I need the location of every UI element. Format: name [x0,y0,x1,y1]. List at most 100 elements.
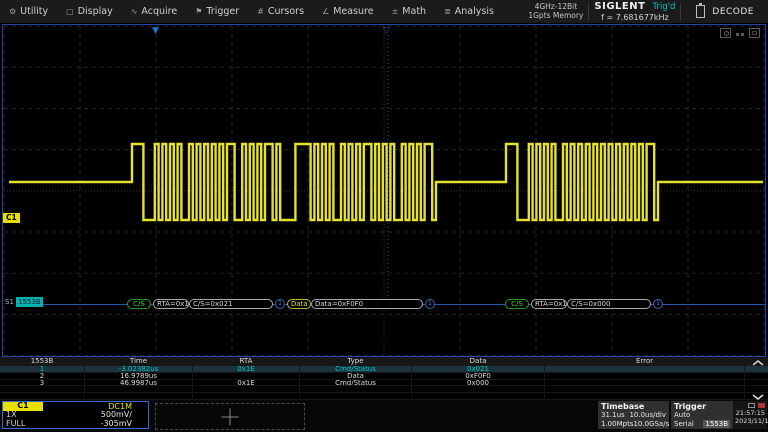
decode-parity-bubble: 1 [275,299,285,309]
channel1-position-badge[interactable]: C1 [3,213,20,223]
menu-trigger[interactable]: ⚑Trigger [186,0,248,23]
clock-time: 21:57:15 [735,409,765,417]
bus-type-tag[interactable]: 1553B [16,297,43,307]
acquisition-info: 4GHz-12Bit 1Gpts Memory [528,3,583,20]
menu-acquire[interactable]: ∿Acquire [122,0,187,23]
trigger-status-badge: Trig'd [652,2,675,12]
menu-utility[interactable]: ⚙Utility [0,0,57,23]
table-cell: Time [85,357,193,365]
table-cell: 1553B [0,357,85,365]
table-cell [545,373,745,379]
timebase-title: Timebase [601,402,666,411]
bandwidth-limit: FULL [3,419,43,428]
vertical-offset: -305mV [43,419,148,428]
c1-waveform [9,144,763,220]
divider [588,3,589,20]
oscilloscope-ui: ⚙Utility▢Display∿Acquire⚑Trigger#Cursors… [0,0,768,432]
table-cell [300,386,412,392]
table-cell: 0xF0F0 [412,373,545,379]
table-collapse-chevron-icon[interactable] [751,393,765,401]
table-cell [412,393,545,399]
table-scroll-up-icon[interactable] [751,359,765,367]
table-cell: 2 [0,373,85,379]
system-info: 4GHz-12Bit 1Gpts Memory SIGLENT Trig'd f… [528,0,768,23]
menu-label: Acquire [141,6,177,17]
table-cell [193,386,300,392]
table-cell: RTA [193,357,300,365]
decode-parity-bubble: 1 [653,299,663,309]
timebase-descriptor[interactable]: Timebase 31.1us 10.0us/div 1.00Mpts 10.0… [598,401,669,429]
more-options-icon[interactable] [735,29,745,37]
network-icon [748,403,755,408]
battery-icon [696,5,705,18]
trigger-delay-marker-icon[interactable]: ▼ [152,27,159,36]
display-icon: ▢ [66,7,74,16]
table-row[interactable]: 346.9987us0x1ECmd/Status0x000 [0,380,768,387]
bottom-status-bar: C1 DC1M 1X 500mV/ FULL -305mV Timebase 3… [0,400,768,432]
menu-label: Trigger [206,6,239,17]
table-row[interactable]: 216.9789usData0xF0F0 [0,373,768,380]
decode-menu-button[interactable]: DECODE [712,7,768,17]
decode-sync-cs-bubble: C/S [127,299,151,309]
table-cell [545,393,745,399]
menu-analysis[interactable]: ≣Analysis [435,0,503,23]
trigger-position-marker-icon[interactable]: ▽ [383,27,390,36]
clock-date: 2023/11/13 [735,417,765,425]
decode-field-bubble: RTA=0x1E [531,299,567,309]
table-cell [193,373,300,379]
trigger-type: Serial [674,420,694,429]
menu-label: Measure [333,6,373,17]
table-cell: 0x021 [412,366,545,372]
printer-icon [758,403,765,408]
menu-label: Math [402,6,426,17]
table-cell: 3 [0,380,85,386]
top-menu-bar: ⚙Utility▢Display∿Acquire⚑Trigger#Cursors… [0,0,768,23]
brand-logo: SIGLENT [594,1,645,12]
table-cell [193,393,300,399]
table-cell: Cmd/Status [300,366,412,372]
decode-sync-data-bubble: Data [287,299,311,309]
analysis-icon: ≣ [444,7,451,16]
memory-depth: 1.00Mpts [601,420,633,429]
frequency-counter: f = 7.681677kHz [594,13,675,22]
serial-bus-source-label: S1 [5,298,14,306]
table-cell [545,380,745,386]
table-cell: Cmd/Status [300,380,412,386]
table-cell: 0x1E [193,380,300,386]
timebase-delay: 31.1us [601,411,625,420]
cursors-icon: # [257,7,264,16]
menu-cursors[interactable]: #Cursors [248,0,313,23]
timebase-scale: 10.0us/div [629,411,666,420]
expand-icon[interactable] [749,28,760,38]
menu-label: Utility [20,6,48,17]
menu-math[interactable]: ±Math [383,0,435,23]
channel1-descriptor[interactable]: C1 DC1M 1X 500mV/ FULL -305mV [2,401,149,429]
table-cell [85,386,193,392]
table-cell: 1 [0,366,85,372]
menu-measure[interactable]: ∠Measure [313,0,383,23]
trigger-descriptor[interactable]: Trigger Auto Serial 1553B [671,401,733,429]
table-cell: -3.02382us [85,366,193,372]
decode-result-table: 1553BTimeRTATypeDataError1-3.02382us0x1E… [0,357,768,400]
trigger-mode: Auto [674,411,690,420]
table-cell [300,393,412,399]
trigger-title: Trigger [674,402,730,411]
clock-panel: 21:57:15 2023/11/13 [733,401,767,429]
table-cell: 16.9789us [85,373,193,379]
display-corner-tools [720,28,760,38]
table-row[interactable]: 1-3.02382us0x1ECmd/Status0x021 [0,366,768,373]
table-cell: Data [412,357,545,365]
screenshot-icon[interactable] [720,28,731,38]
decode-field-bubble: Data=0xF0F0 [311,299,423,309]
sample-rate: 10.0GSa/s [633,420,669,429]
menu-display[interactable]: ▢Display [57,0,122,23]
decode-parity-bubble: 1 [425,299,435,309]
decode-field-bubble: C/S=0x021 [189,299,273,309]
table-empty-row [0,393,768,400]
table-cell: 0x1E [193,366,300,372]
table-cell: Type [300,357,412,365]
table-cell [0,386,85,392]
table-empty-row [0,386,768,393]
table-header-row: 1553BTimeRTATypeDataError [0,357,768,366]
decode-field-bubble: RTA=0x1E [153,299,189,309]
